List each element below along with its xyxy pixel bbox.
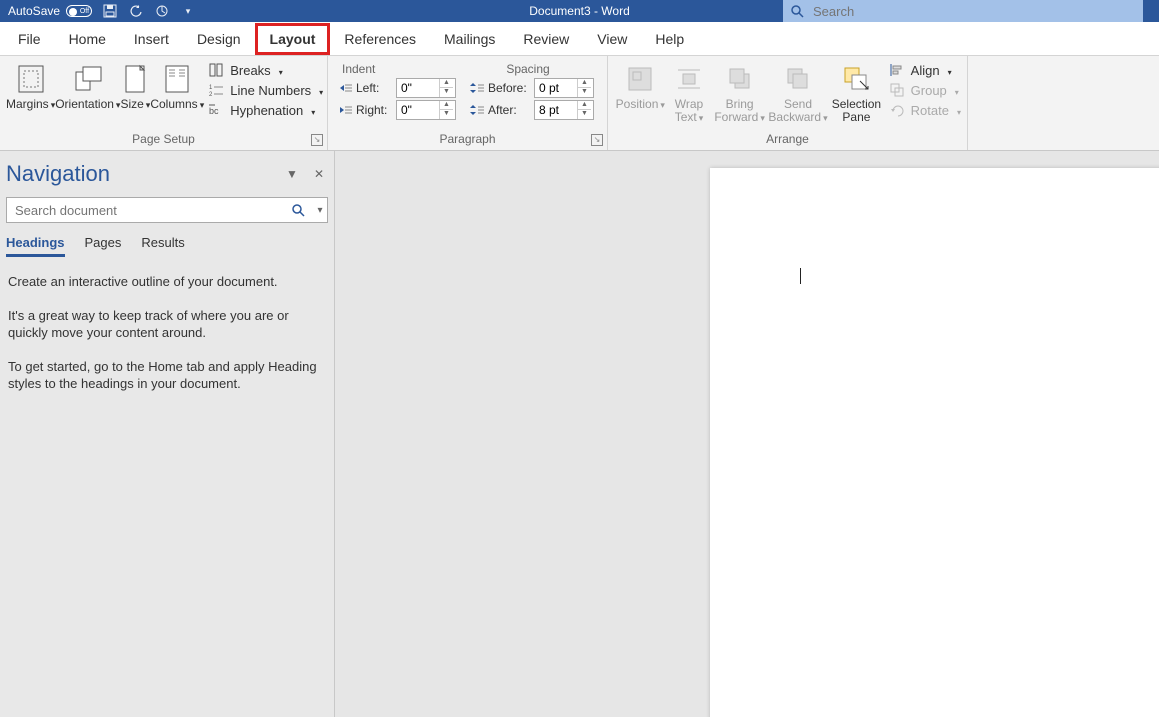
tell-me-search[interactable] [783,0,1143,22]
hyphenation-button[interactable]: bc Hyphenation [208,102,323,118]
nav-close-button[interactable]: ✕ [314,167,324,181]
qat-customize-icon[interactable]: ▾ [180,3,196,19]
tab-home[interactable]: Home [55,23,120,55]
group-label-paragraph: Paragraph [328,128,607,150]
svg-text:2: 2 [209,92,213,97]
save-icon[interactable] [102,3,118,19]
group-label-page-setup: Page Setup [0,128,327,150]
spacing-before-spinner[interactable]: ▲▼ [534,78,594,98]
nav-hint-1: Create an interactive outline of your do… [8,273,326,291]
spacing-before-label: Before: [488,81,530,95]
title-bar: AutoSave Off ▾ Document3 - Word [0,0,1159,22]
indent-left-input[interactable] [397,81,439,95]
send-backward-button: Send Backward [768,60,828,127]
search-icon [783,4,811,18]
tab-insert[interactable]: Insert [120,23,183,55]
margins-button[interactable]: Margins [6,60,55,114]
navigation-pane: Navigation ▼ ✕ ▾ Headings Pages Results … [0,151,335,717]
spacing-before-icon [470,81,484,95]
autosave-switch[interactable]: Off [66,5,92,17]
nav-options-dropdown[interactable]: ▼ [286,167,298,181]
indent-right-input[interactable] [397,103,439,117]
bring-forward-button: Bring Forward [711,60,767,127]
ribbon-tabs: File Home Insert Design Layout Reference… [0,22,1159,56]
tab-layout[interactable]: Layout [255,23,331,55]
position-button: Position [614,60,667,114]
content-area: Navigation ▼ ✕ ▾ Headings Pages Results … [0,151,1159,717]
margins-icon [17,62,45,96]
breaks-button[interactable]: Breaks [208,62,323,78]
page-setup-dialog-launcher[interactable]: ↘ [311,134,323,146]
autosave-toggle[interactable]: AutoSave Off [8,4,92,18]
wrap-text-icon [675,62,703,96]
document-area[interactable] [335,151,1159,717]
spacing-after-spinner[interactable]: ▲▼ [534,100,594,120]
indent-heading: Indent [338,62,458,76]
align-button[interactable]: Align [889,62,961,78]
nav-tab-results[interactable]: Results [141,233,184,257]
spacing-after-icon [470,103,484,117]
autosave-label: AutoSave [8,4,60,18]
nav-tab-pages[interactable]: Pages [85,233,122,257]
group-button: Group [889,82,961,98]
svg-text:1: 1 [209,85,213,91]
rotate-icon [889,102,905,118]
nav-tab-headings[interactable]: Headings [6,233,65,257]
nav-search-icon[interactable] [291,203,313,217]
tab-view[interactable]: View [583,23,641,55]
indent-right-spinner[interactable]: ▲▼ [396,100,456,120]
hyphenation-icon: bc [208,102,224,118]
position-icon [626,62,654,96]
line-numbers-icon: 12 [208,82,224,98]
selection-pane-button[interactable]: Selection Pane [828,60,884,126]
spacing-after-input[interactable] [535,103,577,117]
columns-icon [164,62,190,96]
group-icon [889,82,905,98]
indent-left-spinner[interactable]: ▲▼ [396,78,456,98]
navigation-title: Navigation [6,161,110,187]
size-icon [123,62,147,96]
indent-right-label: Right: [356,103,392,117]
nav-hint-3: To get started, go to the Home tab and a… [8,358,326,393]
nav-search-box[interactable]: ▾ [6,197,328,223]
indent-left-icon [338,81,352,95]
indent-left-label: Left: [356,81,392,95]
window-title: Document3 - Word [529,4,629,18]
breaks-icon [208,62,224,78]
spacing-after-label: After: [488,103,530,117]
ribbon: Margins Orientation Size Columns Breaks [0,56,1159,151]
wrap-text-button: Wrap Text [667,60,712,127]
tab-mailings[interactable]: Mailings [430,23,509,55]
text-cursor [800,268,801,284]
tab-file[interactable]: File [4,23,55,55]
group-label-arrange: Arrange [608,128,967,150]
spacing-before-input[interactable] [535,81,577,95]
document-page[interactable] [710,168,1159,717]
tab-help[interactable]: Help [641,23,698,55]
spacing-heading: Spacing [458,62,598,76]
orientation-icon [73,62,103,96]
bring-forward-icon [726,62,754,96]
paragraph-dialog-launcher[interactable]: ↘ [591,134,603,146]
indent-right-icon [338,103,352,117]
redo-icon[interactable] [154,3,170,19]
svg-text:bc: bc [209,106,219,116]
orientation-button[interactable]: Orientation [55,60,120,114]
nav-search-options[interactable]: ▾ [313,205,327,216]
tab-design[interactable]: Design [183,23,255,55]
selection-pane-icon [842,62,870,96]
search-input[interactable] [811,3,1143,20]
send-backward-icon [784,62,812,96]
nav-search-input[interactable] [7,203,291,218]
rotate-button: Rotate [889,102,961,118]
tab-references[interactable]: References [330,23,430,55]
size-button[interactable]: Size [120,60,150,114]
undo-icon[interactable] [128,3,144,19]
line-numbers-button[interactable]: 12 Line Numbers [208,82,323,98]
align-icon [889,62,905,78]
nav-hint-2: It's a great way to keep track of where … [8,307,326,342]
tab-review[interactable]: Review [509,23,583,55]
columns-button[interactable]: Columns [150,60,204,114]
